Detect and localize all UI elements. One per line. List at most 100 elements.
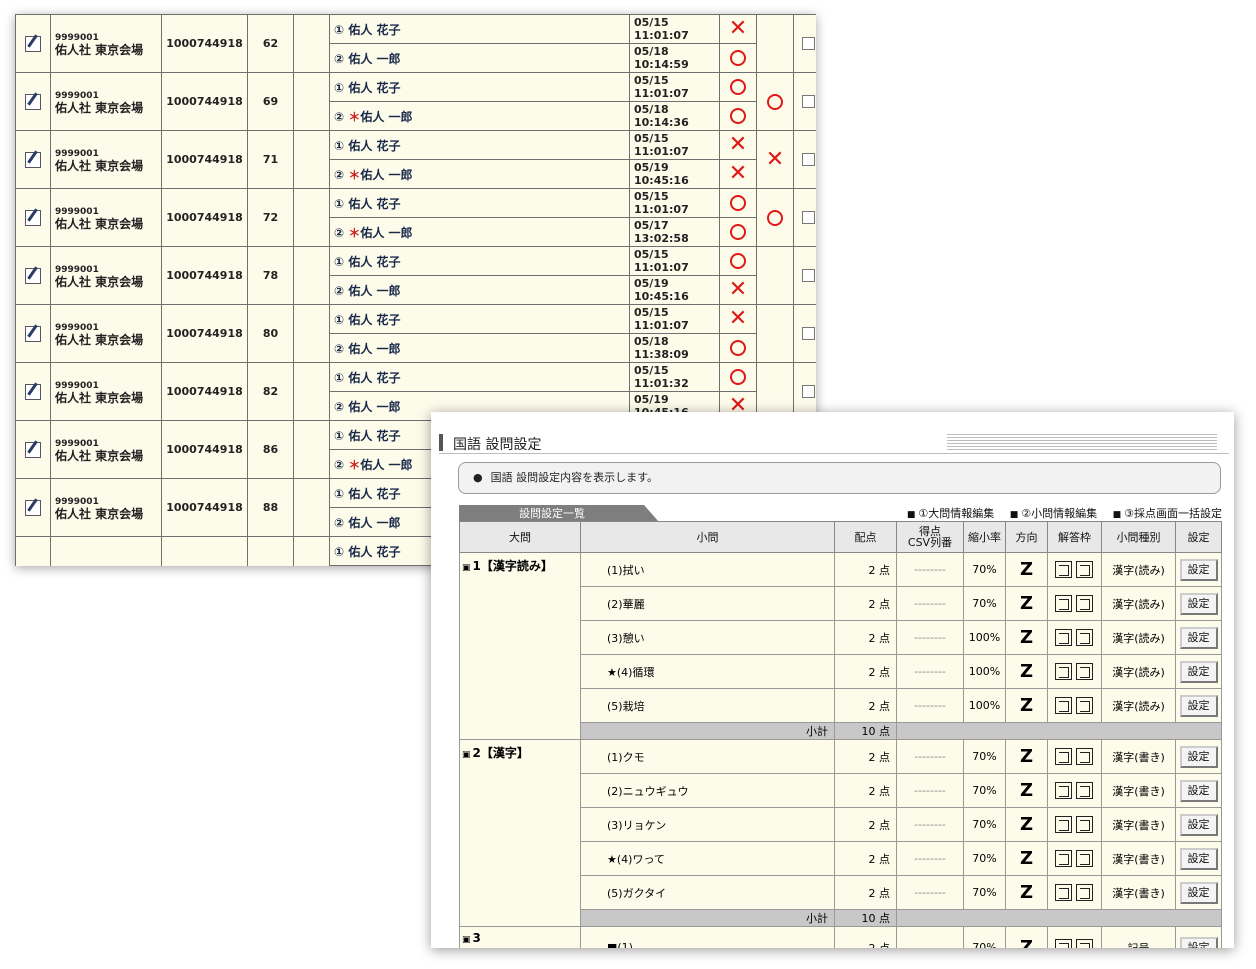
school-name: 佑人社 東京会場 <box>55 100 144 115</box>
setting-button[interactable]: 設定 <box>1179 847 1218 870</box>
table-row: 9999001 佑人社 東京会場 1000744918 80 ① 佑人 花子 05/15 … <box>15 304 816 363</box>
setting-button[interactable]: 設定 <box>1179 694 1218 717</box>
edit-icon[interactable] <box>25 35 41 52</box>
school-code: 9999001 <box>55 438 99 449</box>
edit-cell[interactable] <box>15 246 51 305</box>
grade-mark-2: ✕ <box>719 159 757 189</box>
blank-cell <box>293 536 330 566</box>
edit-cell[interactable] <box>15 536 51 566</box>
grader-2-name: ② 佑人 一郎 <box>334 342 401 356</box>
info-box: ● 国語 設問設定内容を表示します。 <box>458 462 1221 494</box>
answer-frame-cell <box>1047 875 1102 910</box>
question-kind: 漢字(書き) <box>1101 807 1176 842</box>
school-code: 9999001 <box>55 380 99 391</box>
setting-button[interactable]: 設定 <box>1179 558 1218 581</box>
select-checkbox[interactable] <box>801 153 815 167</box>
subtotal-value: 10 点 <box>834 909 897 927</box>
edit-icon[interactable] <box>25 209 41 226</box>
select-checkbox[interactable] <box>801 327 815 341</box>
edit-icon[interactable] <box>25 383 41 400</box>
edit-icon[interactable] <box>25 151 41 168</box>
select-cell[interactable] <box>793 246 816 305</box>
col-big-question: 大問 <box>459 521 581 553</box>
select-checkbox[interactable] <box>801 385 815 399</box>
grader-2-name: ② ＊佑人 一郎 <box>334 168 413 182</box>
edit-icon[interactable] <box>25 93 41 110</box>
setting-button[interactable]: 設定 <box>1179 813 1218 836</box>
question-kind: 漢字(書き) <box>1101 875 1176 910</box>
edit-cell[interactable] <box>15 362 51 421</box>
frame-right <box>1075 883 1093 901</box>
edit-cell[interactable] <box>15 304 51 363</box>
score: 82 <box>247 362 294 421</box>
recheck-flag: ＊ <box>348 225 361 240</box>
grade-date-1: 05/15 11:01:07 <box>629 130 720 160</box>
answer-frame-cell <box>1047 739 1102 774</box>
reduction-rate: 100% <box>963 654 1006 689</box>
answer-frame-cell <box>1047 620 1102 655</box>
edit-icon[interactable] <box>25 441 41 458</box>
grader-2-name: ② 佑人 一郎 <box>334 516 401 530</box>
frame-right <box>1075 849 1093 867</box>
expand-icon[interactable]: ▣ <box>462 563 471 573</box>
link-small-question-edit[interactable]: ■ ②小問情報編集 <box>1010 507 1097 520</box>
link-bulk-scoring-setting[interactable]: ■ ③採点画面一括設定 <box>1113 507 1222 520</box>
question-kind: 漢字(読み) <box>1101 552 1176 587</box>
school-cell: 9999001 佑人社 東京会場 <box>50 478 162 537</box>
edit-cell[interactable] <box>15 14 51 73</box>
edit-cell[interactable] <box>15 72 51 131</box>
grade-mark-2: ✕ <box>719 275 757 305</box>
select-checkbox[interactable] <box>801 269 815 283</box>
csv-column: -------- <box>896 807 964 842</box>
setting-button[interactable]: 設定 <box>1179 936 1218 948</box>
edit-cell[interactable] <box>15 478 51 537</box>
big-question-cell: ▣ 1【漢字読み】 <box>459 552 581 740</box>
setting-button[interactable]: 設定 <box>1179 779 1218 802</box>
school-name: 佑人社 東京会場 <box>55 506 144 521</box>
select-checkbox[interactable] <box>801 95 815 109</box>
grade-mark-2 <box>719 217 757 247</box>
page-title: 国語 設問設定 <box>453 437 542 453</box>
select-checkbox[interactable] <box>801 37 815 51</box>
expand-icon[interactable]: ▣ <box>462 935 471 945</box>
select-checkbox[interactable] <box>801 211 815 225</box>
setting-button[interactable]: 設定 <box>1179 745 1218 768</box>
reduction-rate: 70% <box>963 773 1006 808</box>
blank-cell <box>293 246 330 305</box>
setting-button[interactable]: 設定 <box>1179 592 1218 615</box>
table-row: 9999001 佑人社 東京会場 1000744918 69 ① 佑人 花子 05/15 … <box>15 72 816 131</box>
score: 86 <box>247 420 294 479</box>
edit-icon[interactable] <box>25 267 41 284</box>
answer-frame-icon <box>1054 560 1095 579</box>
link-big-question-edit[interactable]: ■ ①大問情報編集 <box>907 507 994 520</box>
edit-cell[interactable] <box>15 188 51 247</box>
frame-left <box>1054 938 1072 948</box>
student-id: 1000744918 <box>161 130 248 189</box>
setting-button[interactable]: 設定 <box>1179 626 1218 649</box>
setting-button[interactable]: 設定 <box>1179 881 1218 904</box>
edit-icon[interactable] <box>25 499 41 516</box>
answer-frame-icon <box>1054 883 1095 902</box>
grader-1: ① 佑人 花子 <box>329 304 630 334</box>
school-name: 佑人社 東京会場 <box>55 158 144 173</box>
edit-icon[interactable] <box>25 325 41 342</box>
select-cell[interactable] <box>793 304 816 363</box>
select-cell[interactable] <box>793 130 816 189</box>
answer-frame-icon <box>1054 628 1095 647</box>
select-cell[interactable] <box>793 188 816 247</box>
grader-2: ② ＊佑人 一郎 <box>329 217 630 247</box>
select-cell[interactable] <box>793 72 816 131</box>
expand-icon[interactable]: ▣ <box>462 750 471 760</box>
select-cell[interactable] <box>793 14 816 73</box>
answer-frame-cell <box>1047 773 1102 808</box>
edit-cell[interactable] <box>15 420 51 479</box>
edit-cell[interactable] <box>15 130 51 189</box>
small-question: (5)栽培 <box>580 688 835 723</box>
grader-2-number: ② <box>334 457 349 472</box>
edit-links: ■ ①大問情報編集 ■ ②小問情報編集 ■ ③採点画面一括設定 <box>895 505 1222 521</box>
setting-button[interactable]: 設定 <box>1179 660 1218 683</box>
direction-icon: Z <box>1005 552 1048 587</box>
grade-mark-1: ✕ <box>719 14 757 44</box>
frame-left <box>1054 747 1072 765</box>
setting-cell: 設定 <box>1175 807 1222 842</box>
